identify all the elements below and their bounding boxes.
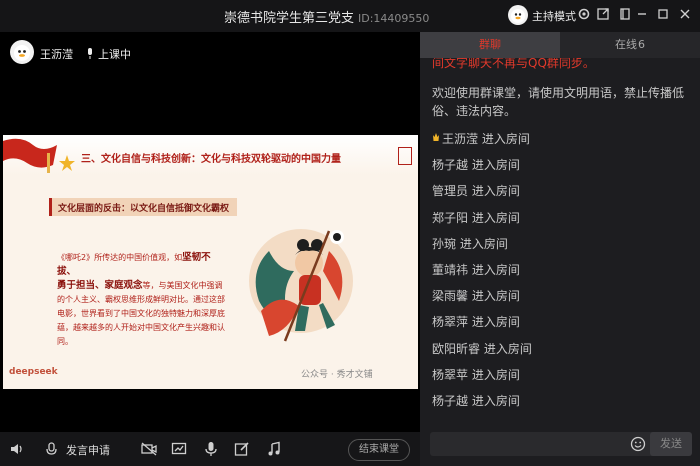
join-message: 王沥滢 进入房间 (432, 130, 530, 147)
join-user-name[interactable]: 杨翠萍 (432, 315, 468, 329)
system-message-sync: 间文字聊天不再与QQ群同步。 (432, 58, 595, 70)
class-status: 上课中 (86, 46, 131, 62)
host-badge-icon (433, 133, 439, 141)
slide-subheading: 文化层面的反击：以文化自信抵御文化霸权 (58, 204, 230, 214)
teacher-name: 王沥滢 (40, 48, 73, 61)
speak-request-button[interactable]: 发言申请 (66, 442, 110, 458)
join-message: 欧阳昕睿 进入房间 (432, 340, 532, 357)
close-icon[interactable] (677, 7, 693, 23)
chat-input[interactable] (430, 432, 662, 456)
join-suffix: 进入房间 (468, 184, 520, 199)
join-suffix: 进入房间 (468, 315, 520, 330)
microphone-icon (88, 48, 92, 59)
join-message: 杨子越 进入房间 (432, 392, 520, 409)
group-id: ID:14409550 (358, 12, 430, 25)
join-user-name[interactable]: 管理员 (432, 184, 468, 198)
group-classroom-window: 崇德书院学生第三党支 ID:14409550 主持模式 王沥滢 上课中 三、文化… (0, 0, 700, 466)
microphone-icon[interactable] (203, 441, 219, 457)
join-user-name[interactable]: 郑子阳 (432, 211, 468, 225)
panel-tabs: 群聊 在线6 (420, 32, 700, 58)
online-count: 6 (638, 38, 645, 51)
bottom-toolbar: 发言申请 结束课堂 (0, 432, 420, 466)
join-message: 董靖祎 进入房间 (432, 261, 520, 278)
join-suffix: 进入房间 (468, 263, 520, 277)
join-user-name[interactable]: 杨子越 (432, 158, 468, 172)
join-message: 郑子阳 进入房间 (432, 209, 520, 226)
join-user-name[interactable]: 董靖祎 (432, 263, 468, 277)
join-suffix: 进入房间 (456, 236, 508, 251)
music-note-icon[interactable] (266, 441, 282, 457)
title-bar: 崇德书院学生第三党支 ID:14409550 主持模式 (0, 0, 700, 32)
join-suffix: 进入房间 (468, 394, 520, 408)
join-suffix: 进入房间 (468, 367, 520, 382)
join-user-name[interactable]: 孙琬 (432, 237, 456, 251)
join-suffix: 进入房间 (478, 132, 530, 146)
body-part-1: 《哪吒2》所传达的中国价值观，如 (57, 253, 183, 262)
join-suffix: 进入房间 (468, 210, 520, 225)
body-highlight-2: 勇于担当、家庭观念 (57, 280, 143, 291)
join-user-name[interactable]: 梁雨馨 (432, 289, 468, 303)
chat-input-bar: 发送 (420, 430, 700, 460)
class-status-text: 上课中 (98, 48, 131, 61)
deepseek-logo: deepseek (9, 367, 58, 377)
send-button[interactable]: 发送 (650, 432, 692, 456)
join-user-name[interactable]: 王沥滢 (442, 132, 478, 146)
join-message: 杨子越 进入房间 (432, 156, 520, 173)
tab-online[interactable]: 在线6 (560, 32, 700, 58)
settings-gear-icon[interactable] (576, 7, 592, 23)
raise-hand-icon[interactable] (44, 441, 60, 457)
edit-whiteboard-icon[interactable] (234, 441, 250, 457)
maximize-icon[interactable] (655, 7, 671, 23)
join-suffix: 进入房间 (480, 341, 532, 356)
nezha-illustration-icon (249, 229, 353, 342)
join-message: 杨翠萍 进入房间 (432, 313, 520, 330)
deepseek-logo-text: deepseek (9, 367, 58, 377)
join-user-name[interactable]: 杨翠苹 (432, 368, 468, 382)
shared-slide: 三、文化自信与科技创新：文化与科技双轮驱动的中国力量 文化层面的反击：以文化自信… (3, 135, 418, 389)
tab-online-label: 在线 (615, 38, 637, 51)
video-area: 王沥滢 上课中 三、文化自信与科技创新：文化与科技双轮驱动的中国力量 文化层面的… (0, 32, 420, 432)
chat-message-list[interactable]: 间文字聊天不再与QQ群同步。 欢迎使用群课堂，请使用文明用语，禁止传播低俗、违法… (420, 58, 700, 424)
wechat-watermark: 公众号 · 秀才文铺 (301, 370, 373, 380)
teacher-avatar[interactable] (10, 40, 34, 64)
slide-body-text: 《哪吒2》所传达的中国价值观，如坚韧不拔、 勇于担当、家庭观念等，与美国文化中强调… (57, 251, 229, 349)
pin-icon[interactable] (617, 7, 633, 23)
join-suffix: 进入房间 (468, 158, 520, 173)
join-message: 孙琬 进入房间 (432, 235, 508, 252)
group-name: 崇德书院学生第三党支 (224, 11, 355, 26)
emoji-icon[interactable] (630, 436, 646, 452)
host-avatar[interactable] (508, 5, 528, 25)
join-message: 梁雨馨 进入房间 (432, 287, 520, 304)
slide-subheading-banner: 文化层面的反击：以文化自信抵御文化霸权 (49, 198, 237, 216)
chat-panel: 群聊 在线6 间文字聊天不再与QQ群同步。 欢迎使用群课堂，请使用文明用语，禁止… (420, 32, 700, 466)
slide-seal-icon (398, 147, 412, 165)
red-flag-decoration-icon (3, 138, 75, 173)
system-message-welcome: 欢迎使用群课堂，请使用文明用语，禁止传播低俗、违法内容。 (432, 86, 685, 118)
join-message: 管理员 进入房间 (432, 182, 520, 199)
tab-group-chat[interactable]: 群聊 (420, 32, 560, 58)
host-mode-label[interactable]: 主持模式 (532, 8, 576, 24)
join-suffix: 进入房间 (468, 289, 520, 304)
popout-icon[interactable] (595, 7, 611, 23)
camera-off-icon[interactable] (141, 441, 157, 457)
screen-share-icon[interactable] (171, 441, 187, 457)
window-title: 崇德书院学生第三党支 ID:14409550 (224, 7, 429, 26)
slide-heading: 三、文化自信与科技创新：文化与科技双轮驱动的中国力量 (81, 154, 341, 165)
speaker-volume-icon[interactable] (9, 441, 25, 457)
end-class-button[interactable]: 结束课堂 (348, 439, 410, 461)
join-user-name[interactable]: 杨子越 (432, 394, 468, 408)
join-user-name[interactable]: 欧阳昕睿 (432, 342, 480, 356)
join-message: 杨翠苹 进入房间 (432, 366, 520, 383)
minimize-icon[interactable] (634, 7, 650, 23)
